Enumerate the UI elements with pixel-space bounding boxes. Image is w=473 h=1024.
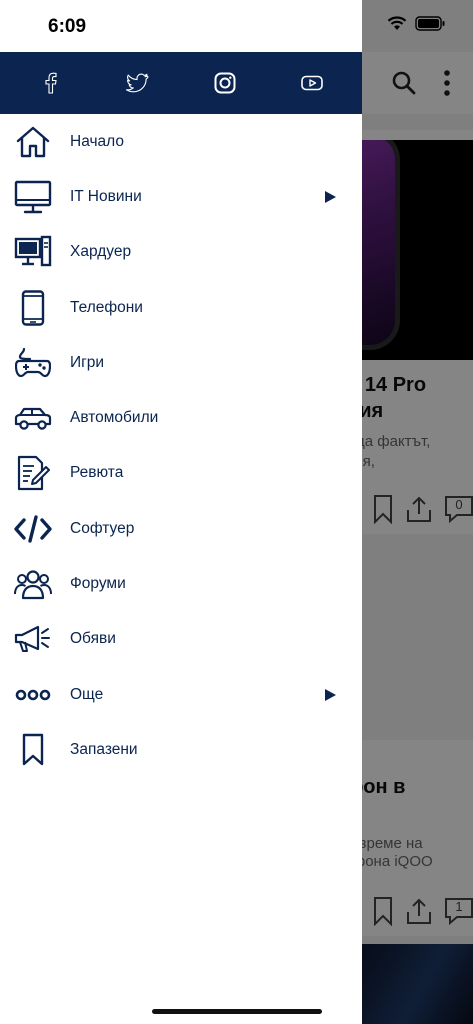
review-document-icon: [14, 454, 52, 492]
menu-item-classifieds[interactable]: Обяви: [0, 612, 362, 667]
megaphone-icon: [14, 620, 52, 658]
chevron-right-icon: [325, 190, 336, 203]
more-dots-icon: [14, 676, 52, 714]
home-icon: [14, 123, 52, 161]
status-indicators: [387, 16, 445, 31]
twitter-icon[interactable]: [115, 61, 159, 105]
instagram-icon[interactable]: [203, 61, 247, 105]
menu-item-label: Обяви: [70, 630, 116, 648]
menu-item-label: Запазени: [70, 740, 138, 758]
facebook-icon[interactable]: [28, 61, 72, 105]
menu-item-software[interactable]: Софтуер: [0, 501, 362, 556]
menu-item-label: Хардуер: [70, 243, 132, 261]
menu-item-phones[interactable]: Телефони: [0, 280, 362, 335]
navigation-drawer: Начало IT Новини Хардуер Телефони Игри А…: [0, 0, 362, 1024]
menu-item-forums[interactable]: Форуми: [0, 556, 362, 611]
monitor-icon: [14, 178, 52, 216]
chevron-right-icon: [325, 688, 336, 701]
users-icon: [14, 565, 52, 603]
youtube-icon[interactable]: [290, 61, 334, 105]
drawer-menu: Начало IT Новини Хардуер Телефони Игри А…: [0, 114, 362, 778]
menu-item-label: Ревюта: [70, 464, 124, 482]
menu-item-more[interactable]: Още: [0, 667, 362, 722]
menu-item-games[interactable]: Игри: [0, 335, 362, 390]
menu-item-label: Автомобили: [70, 409, 159, 427]
smartphone-icon: [14, 289, 52, 327]
menu-item-it-news[interactable]: IT Новини: [0, 169, 362, 224]
car-icon: [14, 399, 52, 437]
menu-item-label: Телефони: [70, 298, 143, 316]
menu-item-label: IT Новини: [70, 187, 142, 205]
gamepad-icon: [14, 344, 52, 382]
menu-item-reviews[interactable]: Ревюта: [0, 446, 362, 501]
battery-icon: [415, 16, 445, 31]
menu-item-label: Софтуер: [70, 519, 135, 537]
status-time: 6:09: [48, 16, 87, 37]
bookmark-icon: [14, 731, 52, 769]
menu-item-label: Още: [70, 685, 104, 703]
wifi-icon: [387, 16, 407, 30]
menu-item-label: Начало: [70, 132, 125, 150]
menu-item-cars[interactable]: Автомобили: [0, 390, 362, 445]
menu-item-home[interactable]: Начало: [0, 114, 362, 169]
menu-item-hardware[interactable]: Хардуер: [0, 225, 362, 280]
social-bar: [0, 52, 362, 114]
menu-item-label: Форуми: [70, 575, 126, 593]
menu-item-saved[interactable]: Запазени: [0, 722, 362, 777]
menu-item-label: Игри: [70, 353, 105, 371]
desktop-pc-icon: [14, 233, 52, 271]
code-icon: [14, 510, 52, 548]
home-indicator[interactable]: [152, 1009, 322, 1014]
